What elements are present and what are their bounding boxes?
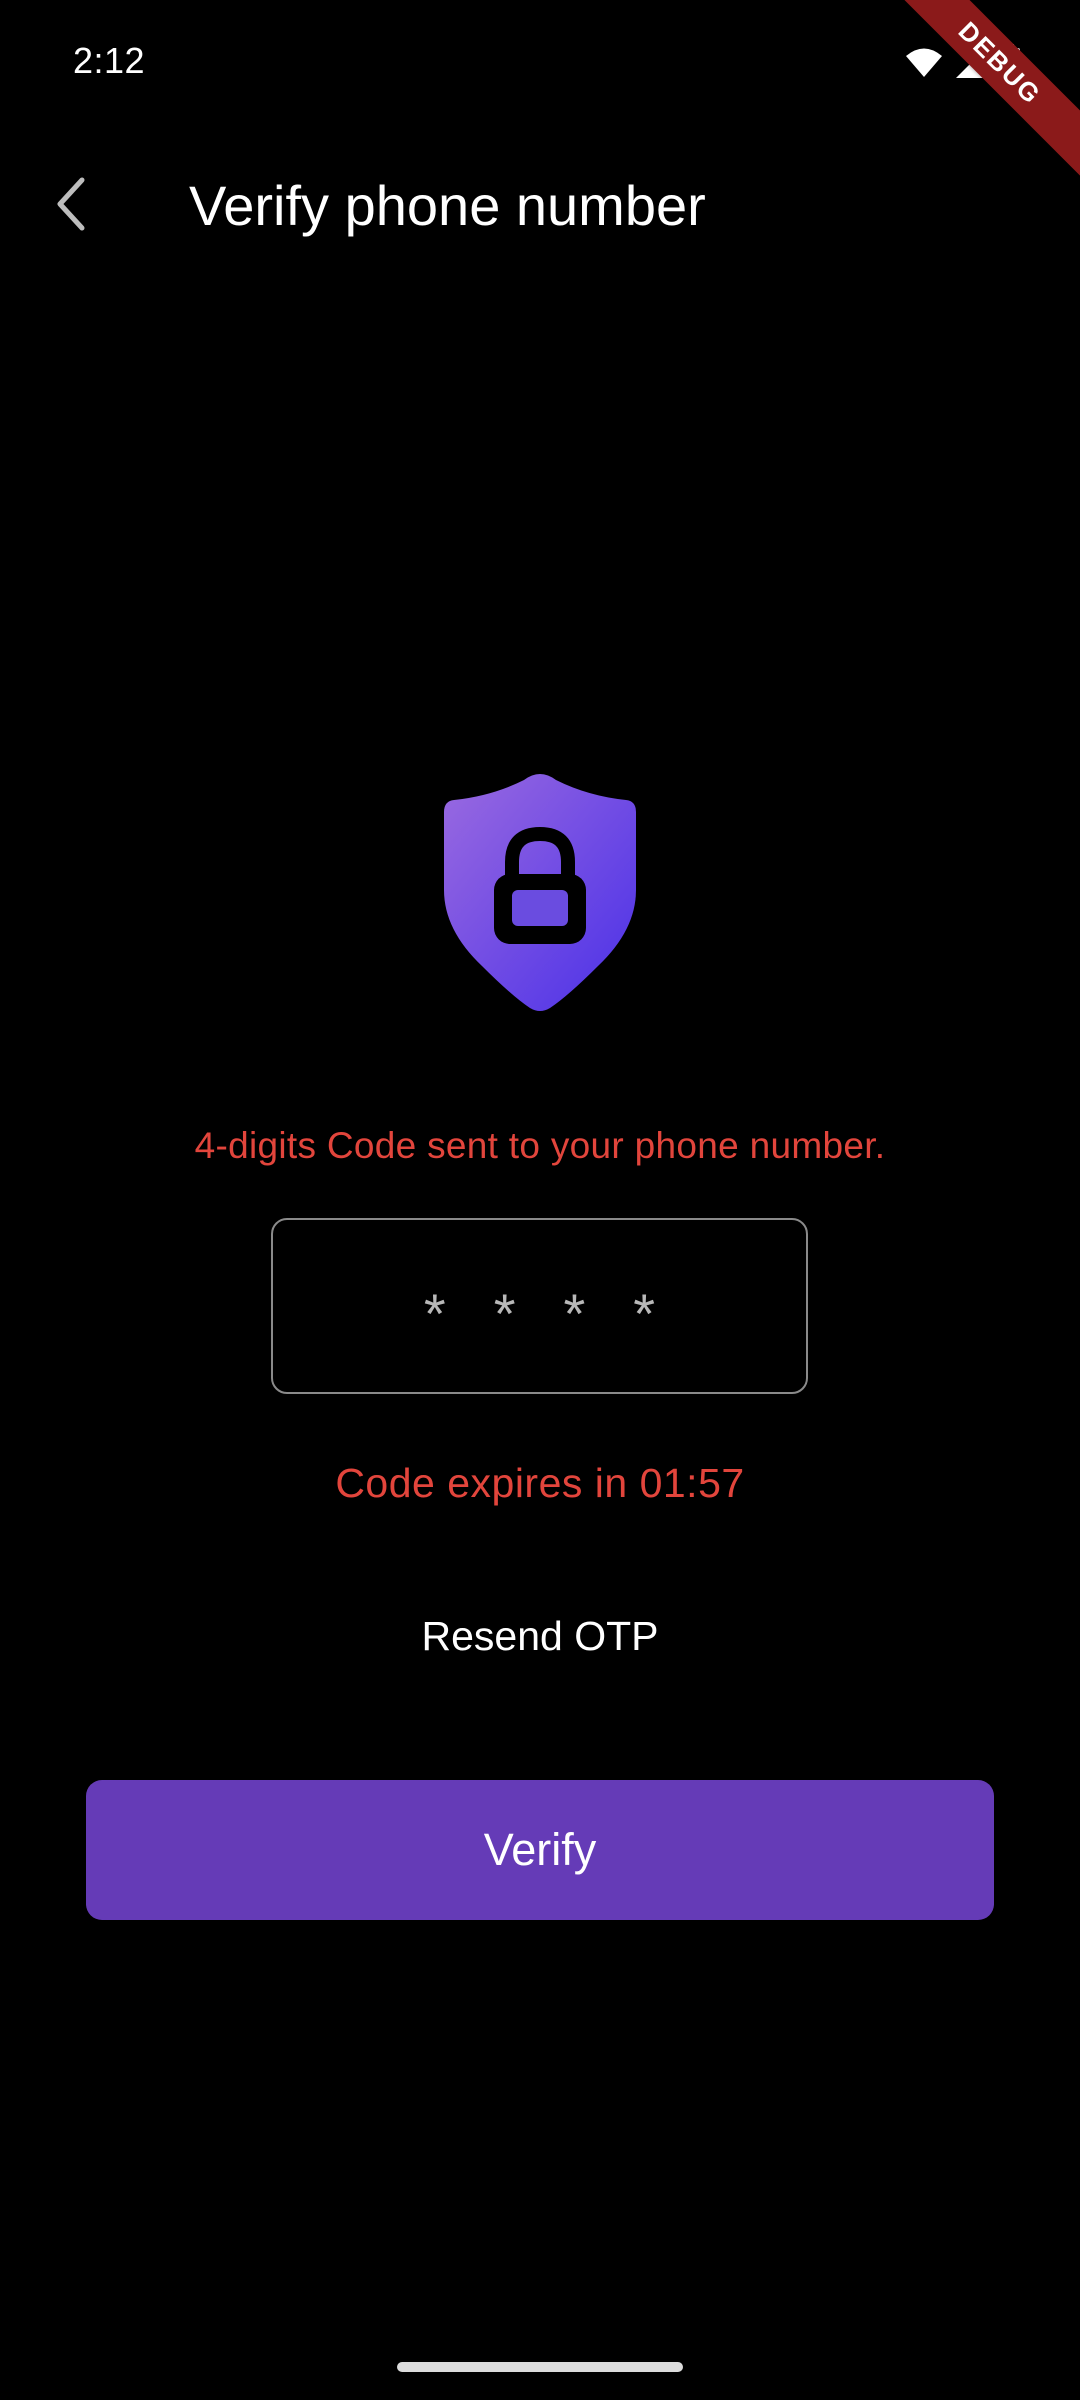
resend-otp-button[interactable]: Resend OTP <box>390 1613 690 1660</box>
shield-lock-icon <box>432 770 648 1016</box>
back-button[interactable] <box>36 170 108 242</box>
verify-button[interactable]: Verify <box>86 1780 994 1920</box>
home-indicator[interactable] <box>397 2362 683 2372</box>
code-expiry-timer: Code expires in 01:57 <box>335 1460 745 1506</box>
otp-placeholder: **** <box>423 1281 704 1345</box>
otp-input[interactable]: **** <box>271 1218 808 1394</box>
chevron-left-icon <box>52 176 92 237</box>
otp-sent-message: 4-digits Code sent to your phone number. <box>194 1125 886 1166</box>
status-time: 2:12 <box>73 40 146 81</box>
wifi-icon <box>904 47 944 79</box>
app-bar: Verify phone number <box>0 140 1080 270</box>
page-title: Verify phone number <box>189 174 706 237</box>
status-bar: 2:12 <box>0 0 1080 130</box>
